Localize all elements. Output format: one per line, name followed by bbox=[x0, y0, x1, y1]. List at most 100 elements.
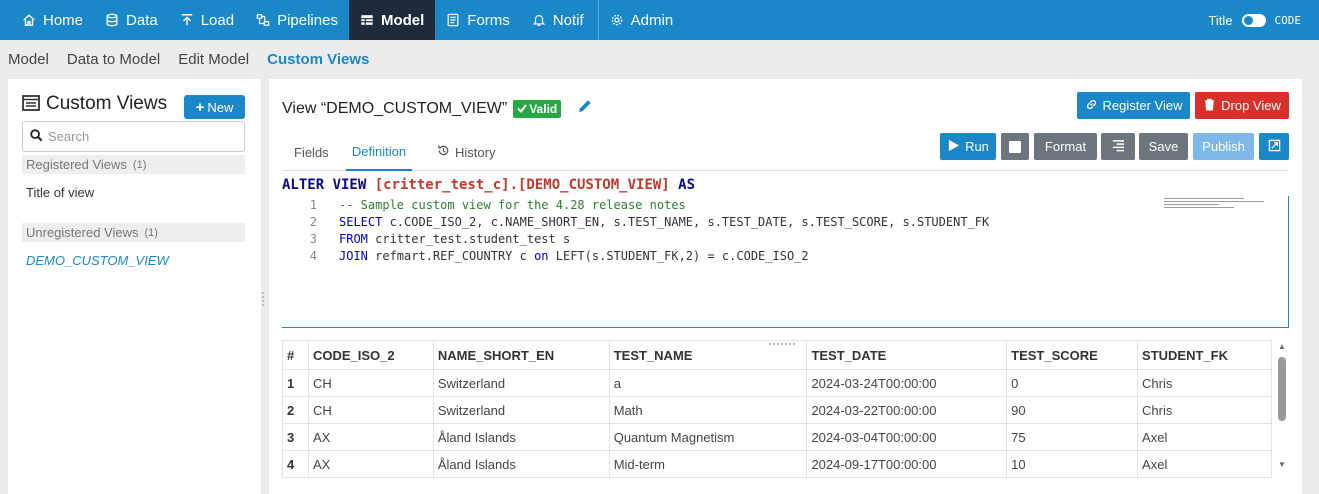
bell-icon bbox=[532, 13, 546, 27]
nav-home[interactable]: Home bbox=[0, 0, 94, 40]
code-line: 2 SELECT c.CODE_ISO_2, c.NAME_SHORT_EN, … bbox=[282, 215, 989, 232]
table-cell: 2024-03-22T00:00:00 bbox=[806, 396, 1008, 424]
new-view-label: New bbox=[207, 99, 234, 115]
column-header[interactable]: TEST_NAME bbox=[608, 340, 808, 370]
unregistered-views-header: Unregistered Views (1) bbox=[22, 223, 245, 242]
toggle-code-label: CODE bbox=[1274, 13, 1302, 27]
stop-button[interactable] bbox=[1001, 133, 1029, 160]
nav-admin[interactable]: Admin bbox=[599, 0, 685, 40]
table-row[interactable]: 1 CH Switzerland a 2024-03-24T00:00:00 0… bbox=[282, 369, 1272, 397]
registered-view-item[interactable]: Title of view bbox=[26, 185, 94, 200]
table-cell: Åland Islands bbox=[432, 423, 610, 451]
subnav-data-to-model[interactable]: Data to Model bbox=[58, 51, 169, 68]
sub-navigation: Model Data to Model Edit Model Custom Vi… bbox=[0, 40, 378, 78]
nav-pipelines[interactable]: Pipelines bbox=[245, 0, 349, 40]
subnav-model[interactable]: Model bbox=[0, 51, 58, 68]
drop-view-label: Drop View bbox=[1221, 98, 1281, 113]
format-button[interactable]: Format bbox=[1034, 133, 1097, 160]
registered-views-header: Registered Views (1) bbox=[22, 155, 245, 174]
tab-definition-label: Definition bbox=[351, 143, 407, 159]
column-header[interactable]: CODE_ISO_2 bbox=[307, 340, 434, 370]
nav-notif[interactable]: Notif bbox=[521, 0, 595, 40]
new-view-button[interactable]: + New bbox=[184, 95, 245, 119]
home-icon bbox=[22, 13, 36, 27]
scroll-up-arrow-icon[interactable]: ▲ bbox=[1277, 343, 1287, 351]
gear-icon bbox=[610, 13, 624, 27]
pencil-icon[interactable] bbox=[577, 98, 593, 119]
code-line: 1 -- Sample custom view for the 4.28 rel… bbox=[282, 198, 686, 215]
save-label: Save bbox=[1148, 139, 1179, 154]
search-icon bbox=[30, 128, 43, 145]
trash-icon bbox=[1203, 98, 1216, 114]
link-icon bbox=[1085, 98, 1098, 114]
editor-resize-handle[interactable] bbox=[769, 332, 799, 345]
column-header[interactable]: NAME_SHORT_EN bbox=[432, 340, 610, 370]
view-tabs: Fields Definition History bbox=[282, 133, 1289, 171]
register-view-button[interactable]: Register View bbox=[1077, 92, 1190, 119]
list-window-icon bbox=[22, 94, 40, 114]
register-view-label: Register View bbox=[1102, 98, 1183, 113]
subnav-edit-model[interactable]: Edit Model bbox=[169, 51, 258, 68]
title-code-toggle[interactable] bbox=[1241, 13, 1266, 27]
view-title: View “DEMO_CUSTOM_VIEW” bbox=[282, 99, 508, 117]
nav-model[interactable]: Model bbox=[348, 0, 436, 40]
table-scrollbar[interactable]: ▲ ▼ bbox=[1277, 343, 1287, 469]
nav-load-label: Load bbox=[200, 11, 235, 29]
sql-kw-alter-view: ALTER VIEW bbox=[282, 177, 375, 193]
nav-forms[interactable]: Forms bbox=[435, 0, 521, 40]
subnav-custom-views[interactable]: Custom Views bbox=[258, 51, 378, 68]
unregistered-view-item[interactable]: DEMO_CUSTOM_VIEW bbox=[26, 253, 169, 268]
panel-splitter-handle[interactable] bbox=[260, 290, 266, 312]
run-button[interactable]: Run bbox=[940, 133, 996, 160]
upload-icon bbox=[180, 13, 194, 27]
table-row[interactable]: 4 AX Åland Islands Mid-term 2024-09-17T0… bbox=[282, 450, 1272, 478]
table-cell: CH bbox=[307, 396, 434, 424]
code-line: 3 FROM critter_test.student_test s bbox=[282, 232, 570, 249]
sql-editor[interactable]: 1 -- Sample custom view for the 4.28 rel… bbox=[282, 196, 1289, 328]
code-text: c.CODE_ISO_2, c.NAME_SHORT_EN, s.TEST_NA… bbox=[382, 215, 990, 229]
plus-icon: + bbox=[195, 98, 205, 116]
nav-data-label: Data bbox=[126, 11, 158, 29]
expand-button[interactable] bbox=[1259, 133, 1289, 160]
align-button[interactable] bbox=[1101, 133, 1135, 160]
drop-view-button[interactable]: Drop View bbox=[1195, 92, 1289, 119]
view-title-row: View “DEMO_CUSTOM_VIEW” Valid bbox=[282, 98, 593, 119]
table-icon bbox=[360, 13, 374, 27]
tab-definition[interactable]: Definition bbox=[346, 133, 412, 171]
table-cell: 2024-03-24T00:00:00 bbox=[806, 369, 1008, 397]
table-cell: AX bbox=[307, 450, 434, 478]
results-table: # CODE_ISO_2 NAME_SHORT_EN TEST_NAME TES… bbox=[282, 340, 1272, 478]
table-row[interactable]: 3 AX Åland Islands Quantum Magnetism 202… bbox=[282, 423, 1272, 451]
nav-data[interactable]: Data bbox=[94, 0, 169, 40]
table-row[interactable]: 2 CH Switzerland Math 2024-03-22T00:00:0… bbox=[282, 396, 1272, 424]
sql-target-table: [critter_test_c].[DEMO_CUSTOM_VIEW] bbox=[374, 177, 670, 193]
table-cell: Mid-term bbox=[608, 450, 808, 478]
column-header[interactable]: STUDENT_FK bbox=[1137, 340, 1272, 370]
code-keyword: SELECT bbox=[339, 215, 383, 229]
table-cell: Switzerland bbox=[432, 396, 610, 424]
top-navigation: Home Data Load Pipelines Model Forms Not… bbox=[0, 0, 1319, 40]
pipelines-icon bbox=[256, 13, 270, 27]
column-header[interactable]: TEST_SCORE bbox=[1006, 340, 1139, 370]
scroll-down-arrow-icon[interactable]: ▼ bbox=[1277, 461, 1287, 469]
nav-admin-label: Admin bbox=[630, 11, 674, 29]
save-button[interactable]: Save bbox=[1139, 133, 1188, 160]
table-cell: Chris bbox=[1137, 369, 1272, 397]
column-header[interactable]: TEST_DATE bbox=[806, 340, 1008, 370]
registered-views-count: (1) bbox=[132, 158, 147, 171]
nav-pipelines-label: Pipelines bbox=[277, 11, 338, 29]
run-label: Run bbox=[965, 139, 989, 154]
search-field[interactable] bbox=[22, 121, 245, 152]
nav-load[interactable]: Load bbox=[169, 0, 245, 40]
line-number: 3 bbox=[309, 232, 317, 246]
scrollbar-thumb[interactable] bbox=[1278, 357, 1286, 421]
table-cell: AX bbox=[307, 423, 434, 451]
sql-header-line: ALTER VIEW [critter_test_c].[DEMO_CUSTOM… bbox=[282, 177, 695, 193]
publish-button[interactable]: Publish bbox=[1193, 133, 1254, 160]
editor-minimap[interactable] bbox=[1164, 196, 1274, 208]
search-input[interactable] bbox=[48, 129, 238, 144]
check-icon bbox=[517, 102, 528, 116]
column-header[interactable]: # bbox=[282, 340, 309, 370]
tab-history[interactable]: History bbox=[437, 133, 495, 171]
tab-fields[interactable]: Fields bbox=[294, 133, 330, 171]
